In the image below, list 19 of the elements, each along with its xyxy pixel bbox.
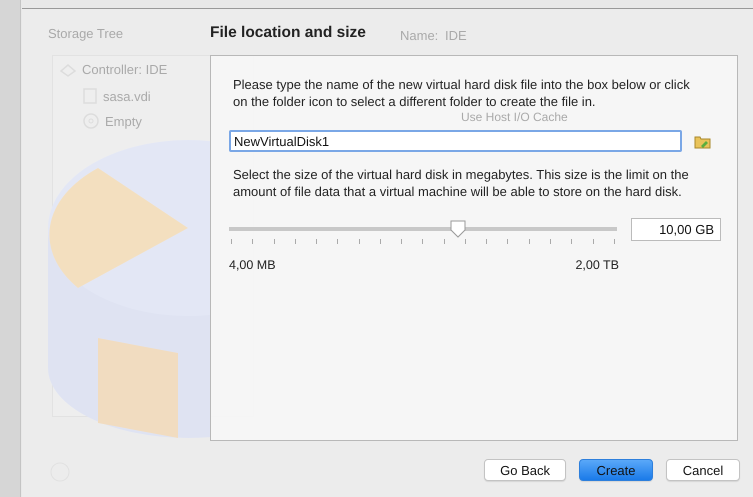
file-name-field[interactable]: NewVirtualDisk1 <box>229 130 682 152</box>
option-label: Use Host I/O Cache <box>461 110 568 124</box>
dialog-button[interactable]: Cancel <box>666 459 740 481</box>
size-field[interactable]: 10,00 GB <box>631 218 721 241</box>
tree-item: Controller: IDE <box>82 62 168 77</box>
size-hint: Select the size of the virtual hard disk in megabytes. This size is the limit on the amount of file data that a virtual machine will be able to store on the hard disk. <box>233 166 690 200</box>
page-title: File location and size <box>210 24 366 42</box>
location-hint: Please type the name of the new virtual hard disk file into the box below or click on the folder icon to select a different folder to create the file in. <box>233 76 691 110</box>
name-label: Name: <box>400 28 438 43</box>
max-size-label: 2,00 TB <box>575 258 619 272</box>
min-size-label: 4,00 MB <box>229 258 276 272</box>
slider-thumb[interactable] <box>450 220 466 238</box>
dialog-button[interactable]: Go Back <box>484 459 566 481</box>
name-value: IDE <box>445 28 467 43</box>
tree-item: Empty <box>105 114 142 128</box>
folder-icon[interactable] <box>694 134 712 148</box>
dialog-button[interactable]: Create <box>579 459 653 481</box>
storage-tree-label: Storage Tree <box>48 26 124 41</box>
tree-item: sasa.vdi <box>103 88 151 104</box>
